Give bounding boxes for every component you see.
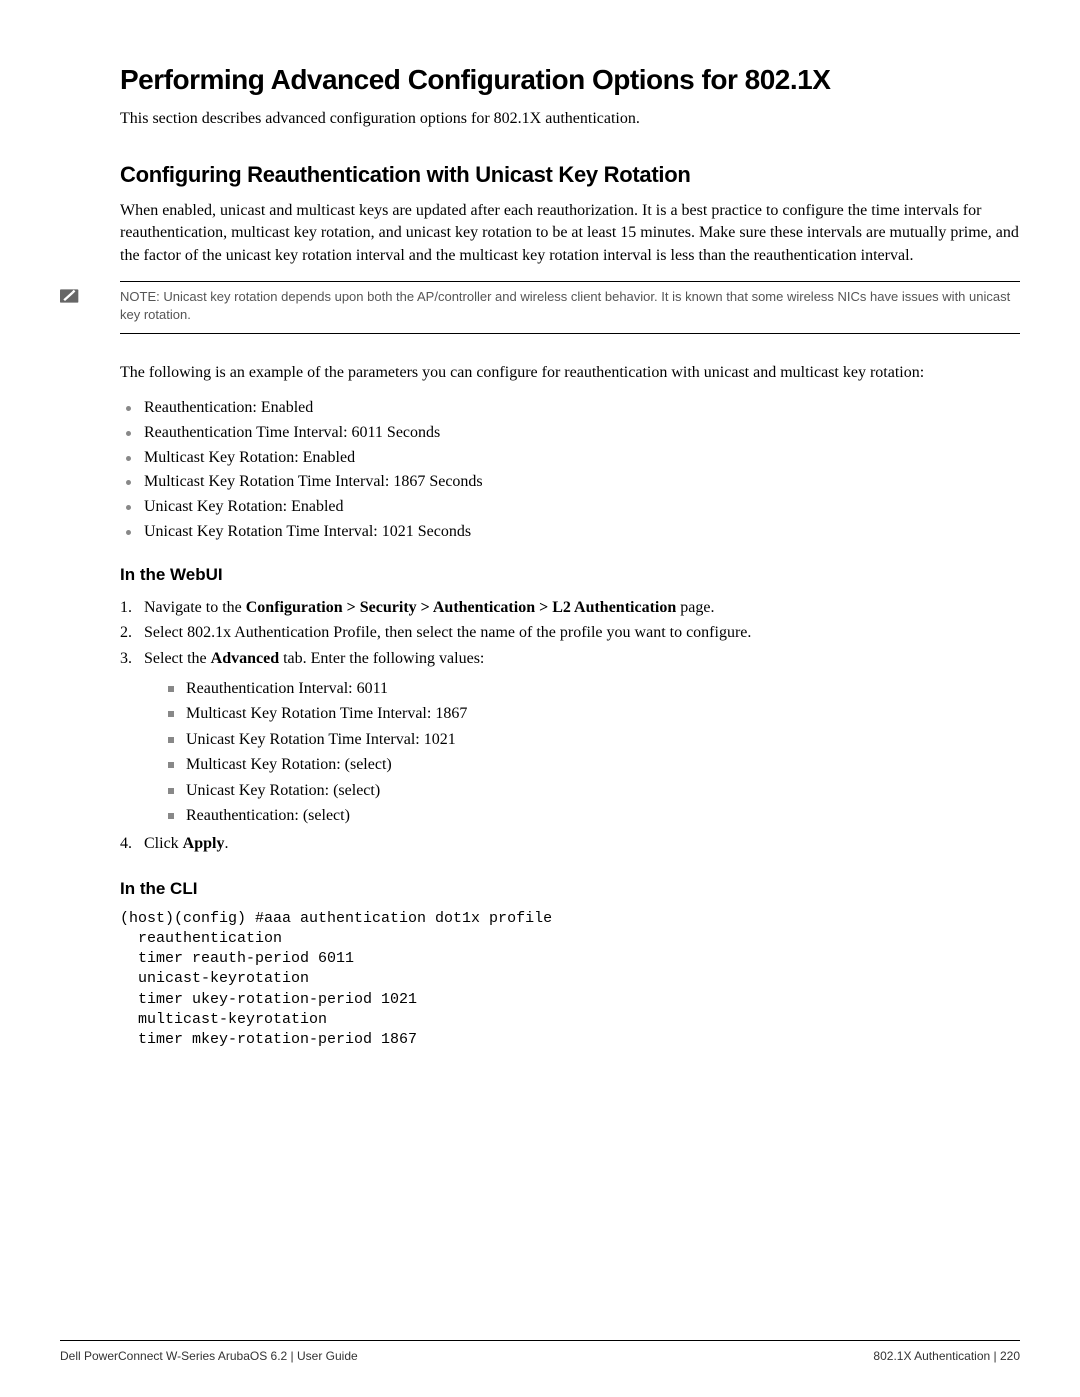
cli-code-block: (host)(config) #aaa authentication dot1x… bbox=[120, 909, 1020, 1051]
list-item: Multicast Key Rotation Time Interval: 18… bbox=[120, 470, 1020, 495]
list-item: Unicast Key Rotation Time Interval: 1021… bbox=[120, 520, 1020, 545]
step-text: . bbox=[224, 835, 228, 852]
list-item: Reauthentication: (select) bbox=[144, 803, 1020, 829]
value-list: Reauthentication Interval: 6011 Multicas… bbox=[144, 676, 1020, 830]
list-item: Reauthentication Time Interval: 6011 Sec… bbox=[120, 421, 1020, 446]
list-item: Unicast Key Rotation: (select) bbox=[144, 778, 1020, 804]
parameter-list: Reauthentication: Enabled Reauthenticati… bbox=[120, 396, 1020, 545]
section-heading: Configuring Reauthentication with Unicas… bbox=[120, 162, 1020, 188]
button-name-bold: Apply bbox=[183, 835, 225, 852]
list-item: Unicast Key Rotation: Enabled bbox=[120, 495, 1020, 520]
webui-steps: Navigate to the Configuration > Security… bbox=[120, 595, 1020, 857]
list-item: Unicast Key Rotation Time Interval: 1021 bbox=[144, 727, 1020, 753]
list-item: Multicast Key Rotation Time Interval: 18… bbox=[144, 701, 1020, 727]
intro-paragraph: This section describes advanced configur… bbox=[120, 110, 1020, 128]
list-item: Reauthentication Interval: 6011 bbox=[144, 676, 1020, 702]
list-item: Reauthentication: Enabled bbox=[120, 396, 1020, 421]
footer-left: Dell PowerConnect W-Series ArubaOS 6.2 |… bbox=[60, 1349, 358, 1363]
note-text: NOTE: Unicast key rotation depends upon … bbox=[120, 281, 1020, 333]
step-text: Select the bbox=[144, 650, 211, 667]
body-paragraph: The following is an example of the param… bbox=[120, 362, 1020, 384]
note-block: NOTE: Unicast key rotation depends upon … bbox=[120, 281, 1020, 333]
step-item: Select 802.1x Authentication Profile, th… bbox=[120, 620, 1020, 646]
list-item: Multicast Key Rotation: (select) bbox=[144, 752, 1020, 778]
step-item: Select the Advanced tab. Enter the follo… bbox=[120, 646, 1020, 829]
subsection-heading-cli: In the CLI bbox=[120, 879, 1020, 899]
body-paragraph: When enabled, unicast and multicast keys… bbox=[120, 200, 1020, 267]
pencil-note-icon bbox=[60, 287, 80, 305]
step-item: Click Apply. bbox=[120, 831, 1020, 857]
subsection-heading-webui: In the WebUI bbox=[120, 565, 1020, 585]
step-item: Navigate to the Configuration > Security… bbox=[120, 595, 1020, 621]
page-title: Performing Advanced Configuration Option… bbox=[120, 64, 1020, 96]
step-text: tab. Enter the following values: bbox=[279, 650, 484, 667]
document-page: Performing Advanced Configuration Option… bbox=[0, 0, 1080, 1050]
breadcrumb-bold: Configuration > Security > Authenticatio… bbox=[246, 599, 676, 616]
page-footer: Dell PowerConnect W-Series ArubaOS 6.2 |… bbox=[60, 1340, 1020, 1363]
step-text: page. bbox=[676, 599, 714, 616]
step-text: Click bbox=[144, 835, 183, 852]
tab-name-bold: Advanced bbox=[211, 650, 279, 667]
step-text: Navigate to the bbox=[144, 599, 246, 616]
list-item: Multicast Key Rotation: Enabled bbox=[120, 446, 1020, 471]
footer-right: 802.1X Authentication | 220 bbox=[873, 1349, 1020, 1363]
